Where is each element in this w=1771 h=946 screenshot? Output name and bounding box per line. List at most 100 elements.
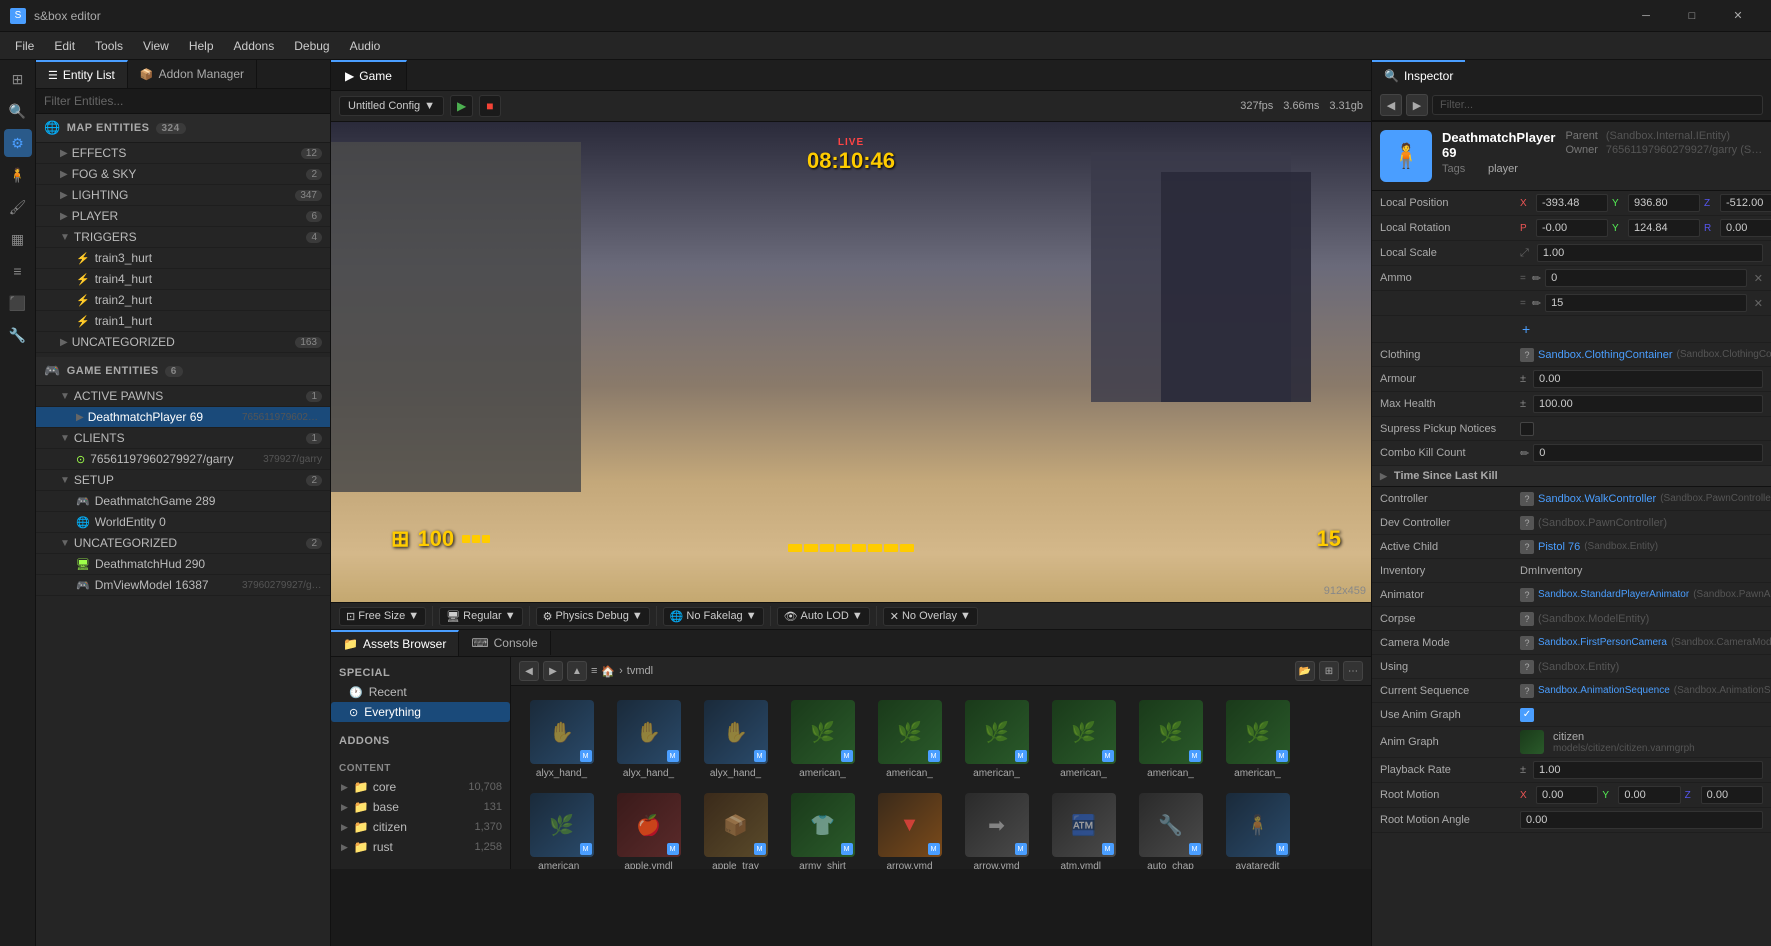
list-item[interactable]: 🌿M american_: [780, 694, 865, 785]
section-uncategorized-game[interactable]: ▼ UNCATEGORIZED 2: [36, 533, 330, 554]
assets-forward-button[interactable]: ▶: [543, 661, 563, 681]
inspector-back-button[interactable]: ◀: [1380, 94, 1402, 116]
list-item[interactable]: 📦M apple_tray: [693, 787, 778, 869]
sidebar-grid-icon[interactable]: ▦: [4, 225, 32, 253]
list-item[interactable]: 👕M army_shirt: [780, 787, 865, 869]
list-item[interactable]: ✋M alyx_hand_: [519, 694, 604, 785]
entity-filter-input[interactable]: [36, 89, 330, 114]
ammo-input-1[interactable]: [1545, 269, 1747, 287]
dev-controller-q-icon[interactable]: ?: [1520, 516, 1534, 530]
section-time-since-last-kill[interactable]: ▶ Time Since Last Kill: [1372, 466, 1771, 487]
controller-link[interactable]: Sandbox.WalkController: [1538, 493, 1656, 505]
play-button[interactable]: ▶: [450, 95, 473, 117]
list-item[interactable]: ➡M arrow.vmd: [954, 787, 1039, 869]
list-item-deathmatch-hud[interactable]: 🖥 DeathmatchHud 290: [36, 554, 330, 575]
animator-q-icon[interactable]: ?: [1520, 588, 1534, 602]
clothing-link[interactable]: Sandbox.ClothingContainer: [1538, 349, 1673, 361]
using-q-icon[interactable]: ?: [1520, 660, 1534, 674]
sidebar-tools-icon[interactable]: 🔧: [4, 321, 32, 349]
tab-addon-manager[interactable]: 📦 Addon Manager: [128, 60, 257, 88]
assets-item-everything[interactable]: ⊙ Everything: [331, 702, 510, 722]
section-uncategorized-map[interactable]: ▶ UNCATEGORIZED 163: [36, 332, 330, 353]
sidebar-hierarchy-icon[interactable]: ⊞: [4, 65, 32, 93]
game-entities-header[interactable]: 🎮 GAME ENTITIES 6: [36, 357, 330, 386]
list-item[interactable]: 🧍M avataredit: [1215, 787, 1300, 869]
sidebar-person-icon[interactable]: 🧍: [4, 161, 32, 189]
section-effects[interactable]: ▶ EFFECTS 12: [36, 143, 330, 164]
tab-inspector[interactable]: 🔍 Inspector: [1372, 60, 1465, 90]
menu-file[interactable]: File: [5, 35, 44, 57]
list-item-world-entity[interactable]: 🌐 WorldEntity 0: [36, 512, 330, 533]
supress-pickup-checkbox[interactable]: [1520, 422, 1534, 436]
inspector-filter-input[interactable]: [1432, 95, 1763, 115]
stop-button[interactable]: ■: [479, 95, 500, 117]
assets-up-button[interactable]: ▲: [567, 661, 587, 681]
list-item-train1[interactable]: ⚡ train1_hurt: [36, 311, 330, 332]
maximize-button[interactable]: □: [1669, 0, 1715, 32]
animator-link[interactable]: Sandbox.StandardPlayerAnimator: [1538, 589, 1689, 600]
active-child-q-icon[interactable]: ?: [1520, 540, 1534, 554]
list-item-deathmatch-player[interactable]: ▶ DeathmatchPlayer 69 76561197960279927/…: [36, 407, 330, 428]
menu-edit[interactable]: Edit: [44, 35, 85, 57]
menu-tools[interactable]: Tools: [85, 35, 133, 57]
tab-game[interactable]: ▶ Game: [331, 60, 407, 90]
menu-view[interactable]: View: [133, 35, 179, 57]
tab-assets-browser[interactable]: 📁 Assets Browser: [331, 630, 459, 656]
sidebar-layers-icon[interactable]: ≡: [4, 257, 32, 285]
camera-mode-link[interactable]: Sandbox.FirstPersonCamera: [1538, 637, 1667, 648]
list-item[interactable]: 🌿M american_: [1215, 694, 1300, 785]
list-item[interactable]: 🌿M american_: [867, 694, 952, 785]
section-clients[interactable]: ▼ CLIENTS 1: [36, 428, 330, 449]
combo-kill-input[interactable]: [1533, 444, 1763, 462]
assets-more-button[interactable]: ⋯: [1343, 661, 1363, 681]
assets-folder-open-button[interactable]: 📂: [1295, 661, 1315, 681]
folder-citizen[interactable]: ▶ 📁 citizen 1,370: [331, 817, 510, 837]
sidebar-brush-icon[interactable]: 🖌: [4, 193, 32, 221]
list-item-train4[interactable]: ⚡ train4_hurt: [36, 269, 330, 290]
pos-y-input[interactable]: [1628, 194, 1700, 212]
pos-z-input[interactable]: [1720, 194, 1771, 212]
folder-core[interactable]: ▶ 📁 core 10,708: [331, 777, 510, 797]
current-seq-link[interactable]: Sandbox.AnimationSequence: [1538, 685, 1670, 696]
sidebar-settings-icon[interactable]: ⚙: [4, 129, 32, 157]
rot-p-input[interactable]: [1536, 219, 1608, 237]
camera-mode-q-icon[interactable]: ?: [1520, 636, 1534, 650]
controller-q-icon[interactable]: ?: [1520, 492, 1534, 506]
config-select[interactable]: Untitled Config ▼: [339, 96, 444, 116]
list-item[interactable]: 🍎M apple.vmdl: [606, 787, 691, 869]
assets-back-button[interactable]: ◀: [519, 661, 539, 681]
menu-audio[interactable]: Audio: [340, 35, 391, 57]
overlay-select[interactable]: ✕ No Overlay ▼: [883, 607, 978, 626]
section-setup[interactable]: ▼ SETUP 2: [36, 470, 330, 491]
tab-entity-list[interactable]: ☰ Entity List: [36, 60, 128, 88]
list-item-train3[interactable]: ⚡ train3_hurt: [36, 248, 330, 269]
size-select[interactable]: ⊡ Free Size ▼: [339, 607, 426, 626]
list-item[interactable]: 🌿M american_: [519, 787, 604, 869]
lod-select[interactable]: 👁 Auto LOD ▼: [777, 607, 870, 626]
close-button[interactable]: ✕: [1715, 0, 1761, 32]
list-item-train2[interactable]: ⚡ train2_hurt: [36, 290, 330, 311]
section-triggers[interactable]: ▼ TRIGGERS 4: [36, 227, 330, 248]
list-item-dm-viewmodel[interactable]: 🎮 DmViewModel 16387 37960279927/garry: [36, 575, 330, 596]
ammo-input-2[interactable]: [1545, 294, 1747, 312]
section-player[interactable]: ▶ PLAYER 6: [36, 206, 330, 227]
physics-debug-select[interactable]: ⚙ Physics Debug ▼: [536, 607, 650, 626]
map-entities-header[interactable]: 🌐 MAP ENTITIES 324: [36, 114, 330, 143]
root-motion-z-input[interactable]: [1701, 786, 1763, 804]
regular-select[interactable]: 🖥 Regular ▼: [439, 607, 522, 626]
pos-x-input[interactable]: [1536, 194, 1608, 212]
ammo2-clear-button[interactable]: ✕: [1754, 297, 1763, 310]
ammo-clear-button[interactable]: ✕: [1754, 272, 1763, 285]
folder-base[interactable]: ▶ 📁 base 131: [331, 797, 510, 817]
section-lighting[interactable]: ▶ LIGHTING 347: [36, 185, 330, 206]
game-view[interactable]: LIVE 08:10:46 ⊞ 100: [331, 122, 1371, 602]
list-item[interactable]: 🌿M american_: [1128, 694, 1213, 785]
rot-r-input[interactable]: [1720, 219, 1771, 237]
root-motion-angle-input[interactable]: [1520, 811, 1763, 829]
use-anim-graph-checkbox[interactable]: ✓: [1520, 708, 1534, 722]
list-item[interactable]: 🌿M american_: [954, 694, 1039, 785]
tab-console[interactable]: ⌨ Console: [459, 631, 550, 655]
menu-addons[interactable]: Addons: [224, 35, 285, 57]
menu-debug[interactable]: Debug: [284, 35, 339, 57]
section-active-pawns[interactable]: ▼ ACTIVE PAWNS 1: [36, 386, 330, 407]
